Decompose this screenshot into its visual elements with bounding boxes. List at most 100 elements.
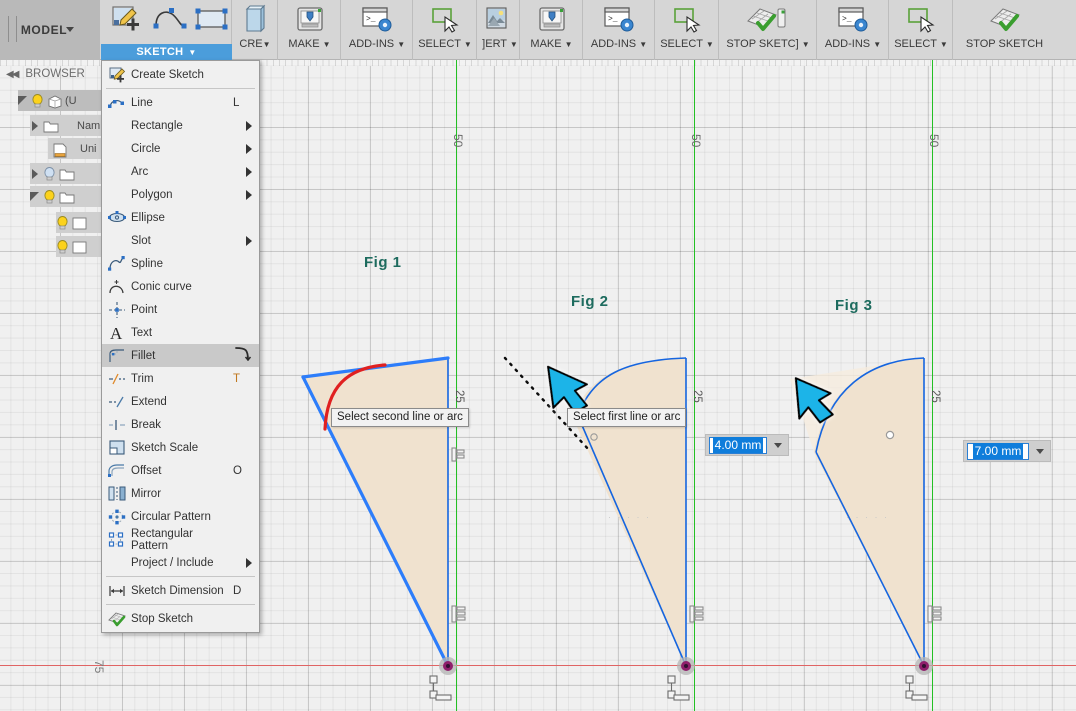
radius-field-fig3[interactable]: 7.00 mm <box>967 442 1029 460</box>
menu-item-trim[interactable]: Trim T <box>102 367 259 390</box>
menu-item-spline[interactable]: Spline <box>102 252 259 275</box>
tree-node-sketch1[interactable] <box>56 212 103 233</box>
svg-text:>_: >_ <box>366 15 376 24</box>
tree-node-origin[interactable] <box>30 163 103 184</box>
menu-item-sketch-dimension[interactable]: Sketch Dimension D <box>102 579 259 602</box>
twisty-open-icon[interactable] <box>30 191 41 202</box>
addins-button-1[interactable]: >_ ADD-INS ▼ <box>344 2 410 50</box>
menu-item-extend[interactable]: Extend <box>102 390 259 413</box>
stop-sketch-button-2[interactable]: STOP SKETCH <box>957 2 1052 50</box>
menu-item-create-sketch[interactable]: Create Sketch <box>102 63 259 86</box>
radius-dropdown-caret-fig3[interactable] <box>1036 448 1044 454</box>
break-icon <box>106 415 128 435</box>
tree-node-named-views[interactable]: Nam <box>30 115 103 136</box>
tree-node-document[interactable]: (U <box>18 90 103 111</box>
rectangle-icon <box>195 2 229 36</box>
menu-separator <box>106 576 255 577</box>
chevron-down-icon[interactable]: ▼ <box>188 48 196 57</box>
workspace-switcher[interactable]: MODEL <box>0 0 100 60</box>
dimension-25-fig2[interactable]: 25 <box>691 390 703 403</box>
tree-node-sketches[interactable] <box>30 186 103 207</box>
make-button-1[interactable]: MAKE ▼ <box>282 2 337 50</box>
sketch-icon <box>72 241 87 253</box>
y-axis-fig3 <box>932 60 933 665</box>
light-bulb-off-icon[interactable] <box>43 166 56 181</box>
collapse-browser-icon[interactable]: ◀◀ <box>6 69 19 80</box>
select-button-1[interactable]: SELECT ▼ <box>416 2 474 50</box>
addins-button-3[interactable]: >_ ADD-INS ▼ <box>820 2 886 50</box>
stop-sketch-button-1[interactable]: STOP SKETC] ▼ <box>723 2 813 50</box>
menu-item-stop-sketch[interactable]: Stop Sketch <box>102 607 259 630</box>
menu-item-project-include[interactable]: Project / Include <box>102 551 259 574</box>
menu-item-ellipse[interactable]: Ellipse <box>102 206 259 229</box>
menu-item-circular-pattern[interactable]: Circular Pattern <box>102 505 259 528</box>
light-bulb-on-icon[interactable] <box>31 93 44 108</box>
toolbar-group-addins-2: >_ ADD-INS ▼ <box>583 0 655 60</box>
dimension-25-fig3[interactable]: 25 <box>929 390 941 403</box>
select-button-2[interactable]: SELECT ▼ <box>658 2 716 50</box>
svg-text:>_: >_ <box>842 15 852 24</box>
blank-icon <box>106 231 128 251</box>
twisty-collapsed-icon[interactable] <box>30 120 41 131</box>
menu-item-line[interactable]: Line L <box>102 91 259 114</box>
menu-item-label: Point <box>131 303 158 316</box>
addins-button-2[interactable]: >_ ADD-INS ▼ <box>586 2 652 50</box>
menu-item-label: Arc <box>131 165 149 178</box>
rectangle-tool-button[interactable] <box>193 2 231 36</box>
light-bulb-on-icon[interactable] <box>43 189 56 204</box>
create-sketch-button[interactable] <box>106 2 146 36</box>
tooltip-select-first: Select first line or arc <box>567 408 687 427</box>
menu-item-break[interactable]: Break <box>102 413 259 436</box>
insert-button[interactable]: ]ERT ▼ <box>473 2 519 50</box>
light-bulb-on-icon[interactable] <box>56 239 69 254</box>
folder-icon <box>59 168 75 180</box>
point-icon <box>106 300 128 320</box>
line-icon <box>106 93 128 113</box>
menu-item-text[interactable]: A Text <box>102 321 259 344</box>
menu-item-polygon[interactable]: Polygon <box>102 183 259 206</box>
menu-item-fillet[interactable]: Fillet <box>102 344 259 367</box>
menu-item-offset[interactable]: Offset O <box>102 459 259 482</box>
menu-item-slot[interactable]: Slot <box>102 229 259 252</box>
make-button-2[interactable]: MAKE ▼ <box>524 2 579 50</box>
menu-item-label: Ellipse <box>131 211 165 224</box>
menu-item-conic-curve[interactable]: Conic curve <box>102 275 259 298</box>
radius-input-fig2[interactable]: 4.00 mm <box>705 434 789 456</box>
menu-item-sketch-scale[interactable]: Sketch Scale <box>102 436 259 459</box>
tree-node-units[interactable]: Uni <box>48 138 103 159</box>
menu-item-label: Extend <box>131 395 167 408</box>
select-button-3[interactable]: SELECT ▼ <box>892 2 950 50</box>
menu-item-point[interactable]: Point <box>102 298 259 321</box>
sketch-dropdown-menu[interactable]: Create Sketch Line L Rectangle Circle Ar… <box>101 60 260 633</box>
menu-item-arc[interactable]: Arc <box>102 160 259 183</box>
tree-node-sketch2[interactable] <box>56 236 103 257</box>
offset-icon <box>106 461 128 481</box>
mirror-icon <box>106 484 128 504</box>
menu-item-label: Project / Include <box>131 556 214 569</box>
menu-item-circle[interactable]: Circle <box>102 137 259 160</box>
radius-input-fig3[interactable]: 7.00 mm <box>963 440 1051 462</box>
create-button[interactable]: CRE▼ <box>234 2 276 50</box>
light-bulb-on-icon[interactable] <box>56 215 69 230</box>
fillet-icon <box>106 346 128 366</box>
radius-field-fig2[interactable]: 4.00 mm <box>709 436 767 454</box>
twisty-collapsed-icon[interactable] <box>30 168 41 179</box>
chevron-down-icon[interactable] <box>66 27 74 32</box>
menu-item-fillet-glyph <box>233 346 259 365</box>
circular-pattern-icon <box>106 507 128 527</box>
dimension-25-fig1[interactable]: 25 <box>453 390 465 403</box>
trim-icon <box>106 369 128 389</box>
stop-sketch-label-2: STOP SKETCH <box>965 38 1044 50</box>
spline-tool-button[interactable] <box>151 2 189 36</box>
tab-sketch-active[interactable]: SKETCH ▼ <box>101 44 232 60</box>
menu-item-rectangular-pattern[interactable]: Rectangular Pattern <box>102 528 259 552</box>
figure-label-fig2: Fig 2 <box>571 293 609 310</box>
tree-node-label: Nam <box>77 119 101 132</box>
svg-text:A: A <box>110 324 123 341</box>
menu-item-mirror[interactable]: Mirror <box>102 482 259 505</box>
twisty-open-icon[interactable] <box>18 95 29 106</box>
menu-item-label: Sketch Dimension <box>131 584 224 597</box>
menu-item-rectangle[interactable]: Rectangle <box>102 114 259 137</box>
radius-dropdown-caret-fig2[interactable] <box>774 442 782 448</box>
select-cursor-icon <box>671 2 703 36</box>
